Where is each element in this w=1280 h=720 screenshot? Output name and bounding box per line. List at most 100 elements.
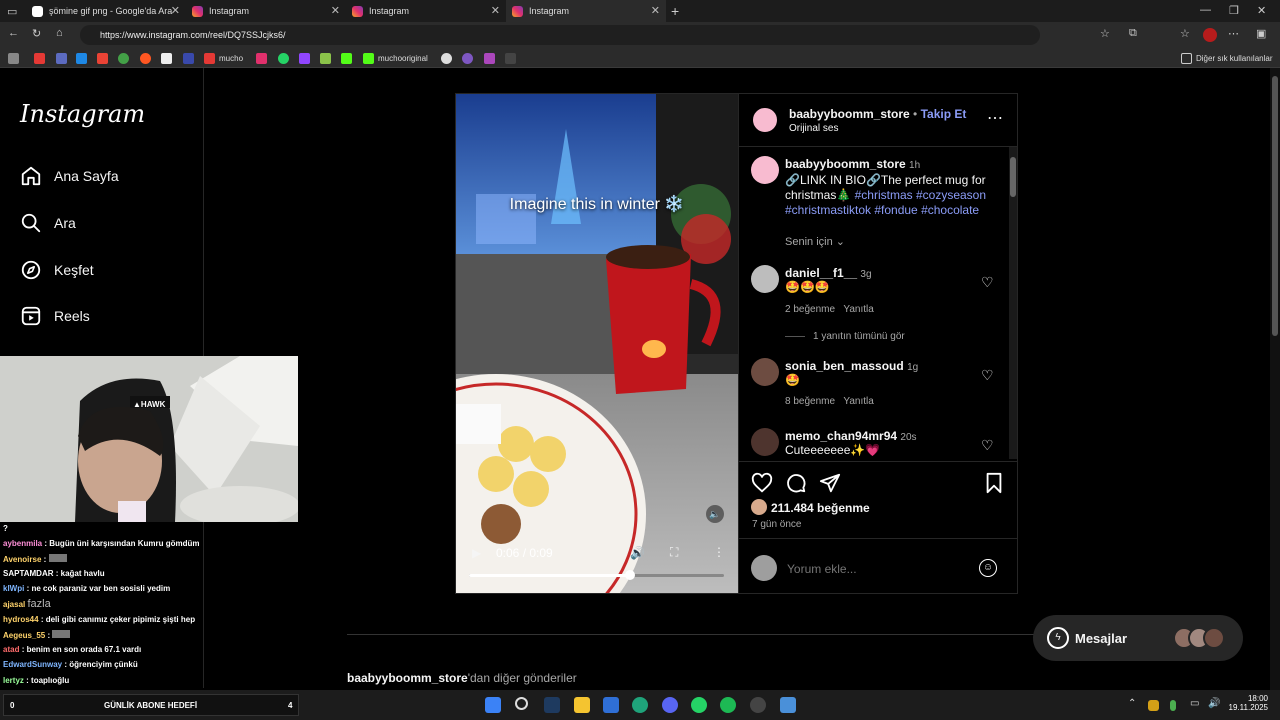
twitch-icon[interactable] — [299, 52, 314, 64]
url-field[interactable]: https://www.instagram.com/reel/DQ7SSJcjk… — [80, 25, 1040, 45]
save-button[interactable] — [984, 472, 1004, 499]
bookmark-icon-4[interactable] — [76, 52, 91, 64]
network-icon[interactable]: ▭ — [1190, 698, 1199, 709]
view-replies[interactable]: 1 yanıtın tümünü gör — [785, 331, 905, 342]
video-options-icon[interactable]: ⋮ — [713, 545, 725, 559]
comment-username[interactable]: daniel__f1__ — [785, 266, 857, 280]
avatar[interactable] — [751, 106, 779, 134]
other-bookmarks[interactable]: Diğer sık kullanılanlar — [1181, 52, 1272, 64]
mute-icon[interactable]: 🔊 — [630, 546, 645, 560]
volume-icon[interactable]: 🔊 — [1208, 698, 1220, 709]
nav-home[interactable]: Ana Sayfa — [20, 162, 119, 190]
scrollbar-thumb[interactable] — [1272, 76, 1278, 336]
close-icon[interactable]: ✕ — [331, 4, 340, 17]
bookmark-icon-9[interactable] — [183, 52, 198, 64]
play-icon[interactable]: ▶ — [472, 546, 481, 560]
scrollbar-thumb[interactable] — [1010, 157, 1016, 197]
nav-explore[interactable]: Keşfet — [20, 256, 94, 284]
comments-area[interactable]: baabyyboomm_store 1h 🔗LINK IN BIO🔗The pe… — [739, 147, 1018, 461]
tray-app-icon[interactable] — [1148, 700, 1159, 711]
maximize-icon[interactable]: ❐ — [1229, 4, 1239, 17]
whatsapp-icon[interactable] — [278, 52, 293, 64]
like-button[interactable] — [751, 472, 773, 499]
spotify-icon[interactable] — [720, 697, 736, 713]
bookmark-mucho[interactable]: mucho — [204, 52, 243, 64]
bookmark-muchooriginal[interactable]: muchooriginal — [363, 52, 428, 64]
bookmark-icon-20[interactable] — [505, 52, 520, 64]
instagram-logo[interactable]: Instagram — [20, 100, 145, 128]
avatar[interactable] — [751, 358, 779, 386]
edge-icon[interactable] — [632, 697, 648, 713]
avatar[interactable] — [751, 265, 779, 293]
collections-icon[interactable]: ☆ — [1180, 27, 1190, 40]
back-icon[interactable]: ← — [8, 27, 19, 39]
heart-icon[interactable]: ♡ — [981, 367, 994, 384]
store-icon[interactable] — [603, 697, 619, 713]
share-button[interactable] — [819, 472, 841, 499]
kick-icon[interactable] — [341, 52, 356, 64]
video-progress-handle[interactable] — [624, 570, 635, 580]
likes-count[interactable]: 211.484 beğenme — [771, 501, 870, 515]
bookmark-icon-14[interactable] — [320, 52, 335, 64]
heart-icon[interactable]: ♡ — [981, 437, 994, 454]
heart-icon[interactable]: ♡ — [981, 274, 994, 291]
obs-icon[interactable] — [750, 697, 766, 713]
instagram-bookmark-icon[interactable] — [256, 52, 271, 64]
close-window-icon[interactable]: ✕ — [1257, 4, 1266, 17]
comment-username[interactable]: memo_chan94mr94 — [785, 429, 897, 443]
tab-instagram-2[interactable]: Instagram ✕ — [346, 0, 506, 22]
comment-username[interactable]: sonia_ben_massoud — [785, 359, 904, 373]
fullscreen-icon[interactable]: ⛶ — [670, 545, 678, 560]
reel-video[interactable]: Imagine this in winter ❄️ 🔈 ▶ 0:06 / 0:0… — [456, 94, 738, 593]
caption-username[interactable]: baabyyboomm_store — [785, 157, 906, 171]
avatar[interactable] — [751, 156, 779, 184]
close-icon[interactable]: ✕ — [491, 4, 500, 17]
sidebar-toggle-icon[interactable]: ▣ — [1256, 27, 1266, 40]
whatsapp-icon[interactable] — [691, 697, 707, 713]
minimize-icon[interactable]: — — [1200, 4, 1211, 16]
bookmark-icon-18[interactable] — [462, 52, 477, 64]
x-icon[interactable] — [161, 52, 176, 64]
refresh-icon[interactable]: ↻ — [32, 27, 41, 40]
avatar[interactable] — [751, 428, 779, 456]
follow-button[interactable]: Takip Et — [921, 107, 967, 121]
volume-icon[interactable]: 🔈 — [706, 505, 724, 523]
more-options-icon[interactable]: ⋯ — [987, 108, 1003, 128]
translation-link[interactable]: Senin için ⌄ — [785, 235, 845, 248]
steam-icon[interactable] — [544, 697, 560, 713]
tab-google[interactable]: şömine gif png - Google'da Ara ✕ — [26, 0, 186, 22]
messages-button[interactable]: ϟ Mesajlar — [1033, 615, 1243, 661]
app-icon[interactable] — [780, 697, 796, 713]
microphone-icon[interactable] — [1170, 700, 1176, 711]
post-username[interactable]: baabyyboomm_store — [789, 107, 910, 121]
add-comment-input[interactable] — [787, 560, 967, 578]
bookmark-icon-3[interactable] — [56, 52, 71, 64]
nav-search[interactable]: Ara — [20, 209, 76, 237]
reddit-icon[interactable] — [140, 52, 155, 64]
profile-avatar[interactable] — [1203, 28, 1217, 42]
bookmark-icon-1[interactable] — [8, 52, 23, 64]
close-icon[interactable]: ✕ — [651, 4, 660, 17]
home-icon[interactable]: ⌂ — [56, 27, 63, 39]
bookmark-icon-2[interactable] — [34, 52, 49, 64]
windows-start-icon[interactable] — [485, 697, 501, 713]
tray-expand-icon[interactable]: ⌃ — [1128, 698, 1136, 709]
search-icon[interactable] — [515, 697, 528, 710]
menu-dots-icon[interactable]: ⋯ — [1228, 27, 1239, 40]
bookmark-icon-19[interactable] — [484, 52, 499, 64]
tab-instagram-active[interactable]: Instagram ✕ — [506, 0, 666, 22]
folder-icon[interactable] — [574, 697, 590, 713]
chrome-icon[interactable] — [118, 52, 133, 64]
clock[interactable]: 18:00 19.11.2025 — [1228, 694, 1268, 712]
comments-scrollbar[interactable] — [1009, 147, 1017, 459]
extensions-icon[interactable]: ⧉ — [1129, 27, 1137, 40]
tab-actions-icon[interactable]: ▭ — [7, 5, 17, 18]
discord-icon[interactable] — [662, 697, 678, 713]
video-progress-track[interactable] — [469, 570, 724, 580]
emoji-icon[interactable]: ☺ — [979, 559, 997, 577]
nav-reels[interactable]: Reels — [20, 302, 90, 330]
page-scrollbar[interactable] — [1270, 68, 1280, 690]
close-icon[interactable]: ✕ — [171, 4, 180, 17]
tab-instagram-1[interactable]: Instagram ✕ — [186, 0, 346, 22]
favorites-star-icon[interactable]: ☆ — [1100, 27, 1110, 40]
